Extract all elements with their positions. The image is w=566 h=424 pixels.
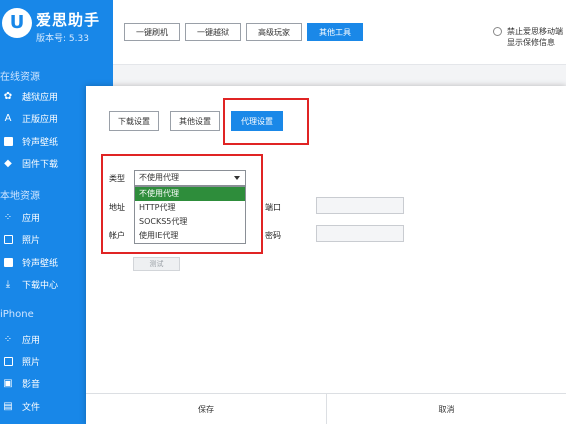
tab-other-settings[interactable]: 其他设置 [170,111,220,131]
sidebar-item-label: 下载中心 [22,280,59,291]
proxy-type-select[interactable]: 不使用代理 [134,170,246,186]
dropdown-option-socks5[interactable]: SOCKS5代理 [135,215,245,229]
tab-download-settings[interactable]: 下载设置 [109,111,159,131]
sidebar-item-label: 铃声壁纸 [22,258,59,269]
cancel-button[interactable]: 取消 [327,394,566,424]
password-input[interactable] [316,225,404,242]
flash-button[interactable]: 一键刷机 [124,23,180,41]
account-label: 帐户 [109,231,125,240]
settings-dialog: 下载设置 其他设置 代理设置 类型 不使用代理 不使用代理 HTTP代理 SOC… [86,86,566,424]
hide-warranty-radio[interactable] [493,27,502,36]
app-name: 爱思助手 [36,11,101,29]
dropdown-option-none[interactable]: 不使用代理 [135,187,245,201]
flower-icon: ✿ [3,90,13,102]
appstore-icon: A [4,112,12,124]
sidebar-item-label: 文件 [22,402,41,413]
port-label: 端口 [265,203,281,212]
sidebar-item-label: 越狱应用 [22,92,59,103]
proxy-type-dropdown: 不使用代理 HTTP代理 SOCKS5代理 使用IE代理 [134,186,246,244]
download-icon: ⤓ [5,278,11,290]
sidebar-item-label: 照片 [22,357,41,368]
photo-icon [2,233,14,245]
apps-grid-icon: ⁘ [3,211,13,223]
test-button[interactable]: 测试 [133,257,180,271]
type-label: 类型 [109,174,125,183]
sidebar-item-label: 固件下载 [22,159,59,170]
advanced-button[interactable]: 高级玩家 [246,23,302,41]
sidebar-item-label: 影音 [22,379,41,390]
apps-grid-icon: ⁘ [3,333,13,345]
sidebar-item-label: 应用 [22,335,41,346]
other-tools-button[interactable]: 其他工具 [307,23,363,41]
dropdown-option-http[interactable]: HTTP代理 [135,201,245,215]
sidebar-item-label: 照片 [22,235,41,246]
app-logo-icon: U [2,8,32,38]
password-label: 密码 [265,231,281,240]
video-icon: ▣ [3,377,13,389]
save-button[interactable]: 保存 [86,394,326,424]
port-input[interactable] [316,197,404,214]
sidebar-item-label: 铃声壁纸 [22,137,59,148]
proxy-type-value: 不使用代理 [139,173,179,182]
photo-icon [2,355,14,367]
dialog-footer: 保存 取消 [86,393,566,424]
jailbreak-button[interactable]: 一键越狱 [185,23,241,41]
hide-warranty-label: 禁止爱思移动端显示保修信息 [507,27,563,47]
dropdown-option-ie[interactable]: 使用IE代理 [135,229,245,243]
top-toolbar: 一键刷机 一键越狱 高级玩家 其他工具 禁止爱思移动端显示保修信息 [113,0,566,65]
sidebar-item-label: 应用 [22,213,41,224]
ringtone-icon [2,135,14,147]
tab-proxy-settings[interactable]: 代理设置 [231,111,283,131]
section-title-online: 在线资源 [0,72,40,83]
box-icon: ◆ [4,157,12,169]
section-title-iphone: iPhone [0,309,34,320]
ringtone-icon [2,256,14,268]
file-icon: ▤ [3,400,13,412]
logo-area: U 爱思助手 版本号: 5.33 [0,0,113,56]
chevron-down-icon [234,176,240,180]
sidebar-item-label: 正版应用 [22,114,59,125]
app-version: 版本号: 5.33 [36,34,89,44]
address-label: 地址 [109,203,125,212]
section-title-local: 本地资源 [0,191,40,202]
